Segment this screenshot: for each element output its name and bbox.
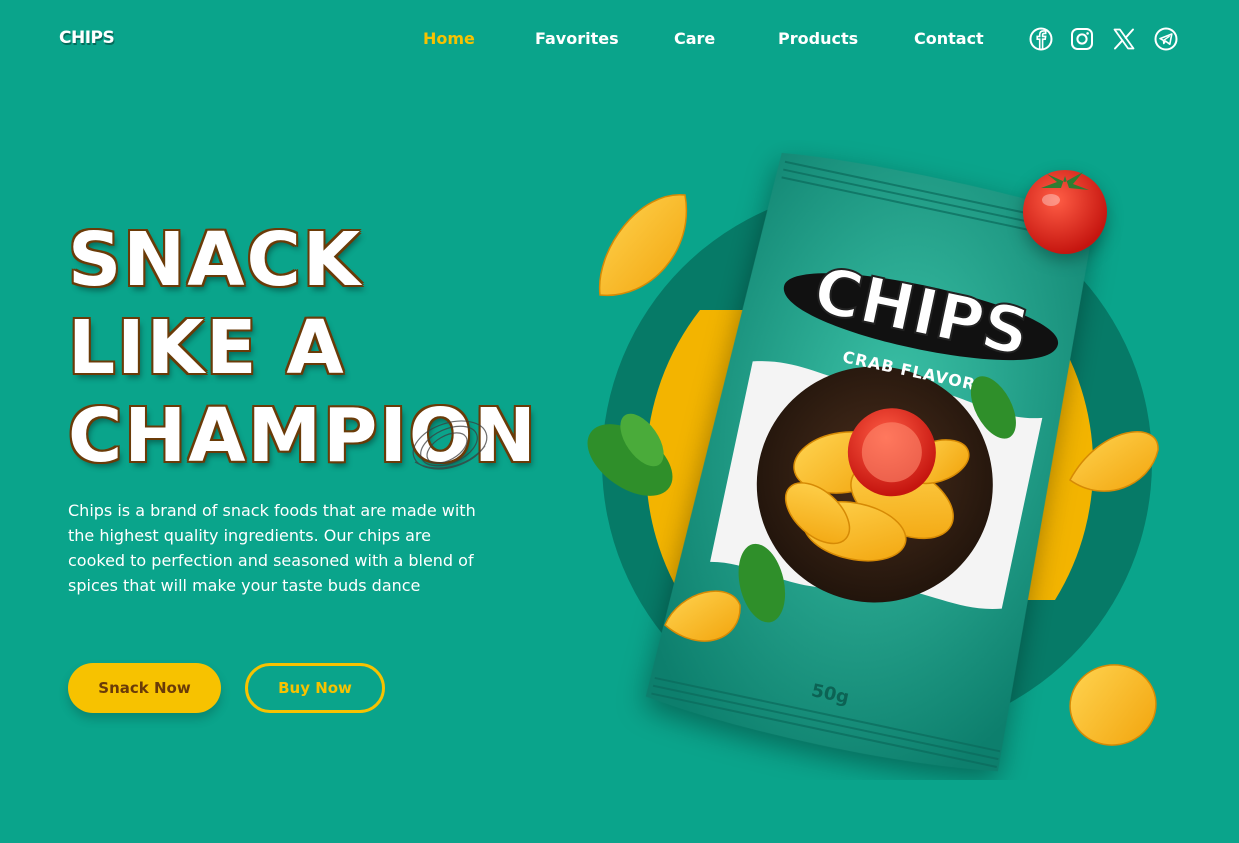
brand-logo[interactable]: CHIPS — [59, 28, 115, 48]
hero-title-line: LIKE A — [68, 305, 346, 391]
facebook-icon[interactable] — [1028, 26, 1054, 52]
scribble-doodle — [412, 420, 488, 470]
chips-bag-illustration: CHIPS CRAB FLAVOR 50g — [587, 152, 1159, 772]
nav-item-favorites[interactable]: Favorites — [535, 29, 619, 48]
nav-item-care[interactable]: Care — [674, 29, 715, 48]
hero-description: Chips is a brand of snack foods that are… — [68, 501, 476, 595]
floating-chip — [1069, 664, 1157, 746]
x-icon[interactable] — [1111, 26, 1137, 52]
instagram-icon[interactable] — [1069, 26, 1095, 52]
telegram-icon[interactable] — [1153, 26, 1179, 52]
nav-item-products[interactable]: Products — [778, 29, 858, 48]
nav-item-home[interactable]: Home — [423, 29, 475, 48]
hero-title-line: SNACK — [68, 217, 363, 303]
buy-now-button[interactable]: Buy Now — [245, 663, 385, 713]
snack-now-button[interactable]: Snack Now — [68, 663, 221, 713]
nav-item-contact[interactable]: Contact — [914, 29, 984, 48]
tomato — [1023, 170, 1107, 254]
